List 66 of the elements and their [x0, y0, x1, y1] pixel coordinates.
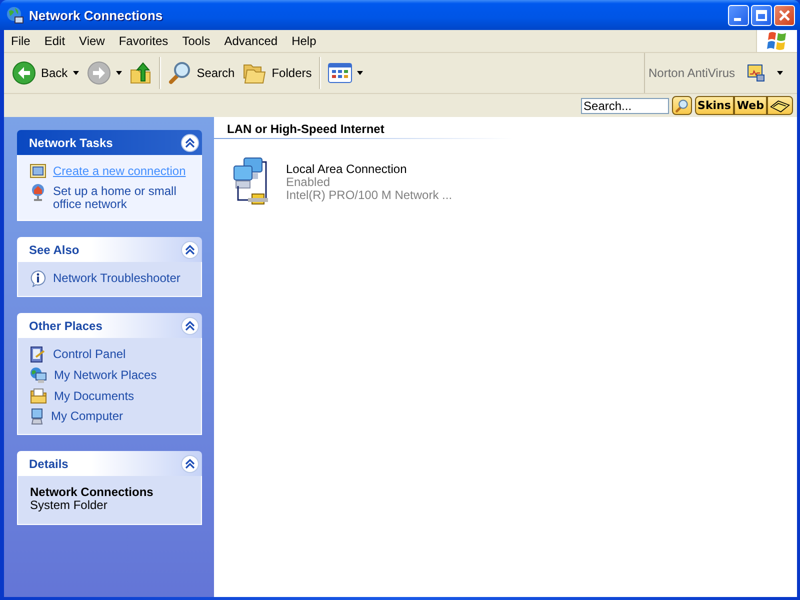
task-link[interactable]: My Documents	[54, 388, 134, 403]
collapse-icon[interactable]	[181, 316, 199, 334]
back-button[interactable]: Back	[8, 56, 83, 90]
menu-item[interactable]: Advanced	[217, 30, 285, 52]
magnifier-icon	[674, 98, 689, 112]
maximize-button[interactable]	[751, 4, 772, 26]
connection-status: Enabled	[286, 176, 332, 189]
minimize-icon	[734, 18, 743, 20]
collapse-icon[interactable]	[181, 454, 199, 472]
info-icon	[30, 270, 46, 287]
views-grid-icon	[328, 63, 352, 83]
menu-item[interactable]: Edit	[37, 30, 72, 52]
toolbar-text-button[interactable]: Skins	[694, 96, 734, 115]
task-link[interactable]: My Computer	[51, 408, 124, 423]
folder-up-icon	[130, 61, 152, 85]
task-link[interactable]: Set up a home or small office network	[53, 183, 189, 211]
norton-antivirus-label: Norton AntiVirus	[648, 66, 735, 80]
monitor-chart-icon	[747, 64, 765, 82]
connection-device: Intel(R) PRO/100 M Network ...	[286, 189, 452, 202]
menu-item[interactable]: View	[72, 30, 112, 52]
details-title: Network Connections	[30, 486, 154, 499]
caret-icon	[116, 71, 122, 75]
panel-header[interactable]: Other Places	[17, 313, 202, 338]
wizard-icon	[30, 163, 46, 179]
task-link[interactable]: Control Panel	[53, 346, 126, 361]
group-heading: LAN or High-Speed Internet	[226, 121, 386, 138]
panel-header[interactable]: See Also	[17, 237, 202, 262]
computer-icon	[30, 408, 44, 425]
close-icon	[779, 10, 790, 20]
search-icon	[168, 61, 192, 85]
collapse-icon[interactable]	[181, 240, 199, 258]
minimize-button[interactable]	[728, 4, 749, 26]
search-field[interactable]: Search...	[580, 98, 669, 114]
close-button[interactable]	[774, 4, 795, 26]
open-book-icon	[770, 98, 790, 114]
caret-icon	[777, 71, 783, 75]
collapse-icon[interactable]	[181, 134, 199, 152]
menu-item[interactable]: File	[4, 30, 38, 52]
panel-title: Other Places	[29, 318, 102, 332]
search-go-button[interactable]	[672, 96, 692, 115]
caret-icon	[356, 71, 363, 75]
toolbar-text-button[interactable]: Web	[734, 96, 767, 115]
network-connections-icon	[6, 6, 24, 24]
network-globe-icon	[30, 367, 47, 384]
details-subtitle: System Folder	[30, 499, 108, 512]
windows-flag-icon	[766, 31, 788, 51]
panel-title: Details	[29, 456, 68, 470]
panel-header[interactable]: Details	[17, 451, 202, 476]
caret-icon	[72, 71, 79, 75]
task-link[interactable]: My Network Places	[54, 367, 157, 382]
menu-item[interactable]: Help	[284, 30, 324, 52]
search-button[interactable]: Search	[164, 56, 239, 90]
connection-name[interactable]: Local Area Connection	[286, 163, 452, 176]
menu-item[interactable]: Tools	[175, 30, 218, 52]
panel-header[interactable]: Network Tasks	[17, 130, 202, 155]
folders-button[interactable]: Folders	[238, 56, 316, 90]
window-title: Network Connections	[29, 8, 164, 22]
maximize-icon	[756, 10, 767, 20]
globe-house-icon	[30, 183, 46, 201]
menu-item[interactable]: Favorites	[112, 30, 176, 52]
book-button[interactable]	[767, 96, 793, 115]
panel-title: See Also	[29, 242, 80, 256]
panel-title: Network Tasks	[29, 136, 113, 150]
folders-icon	[242, 62, 267, 84]
control-panel-icon	[30, 346, 46, 363]
documents-folder-icon	[30, 388, 47, 404]
